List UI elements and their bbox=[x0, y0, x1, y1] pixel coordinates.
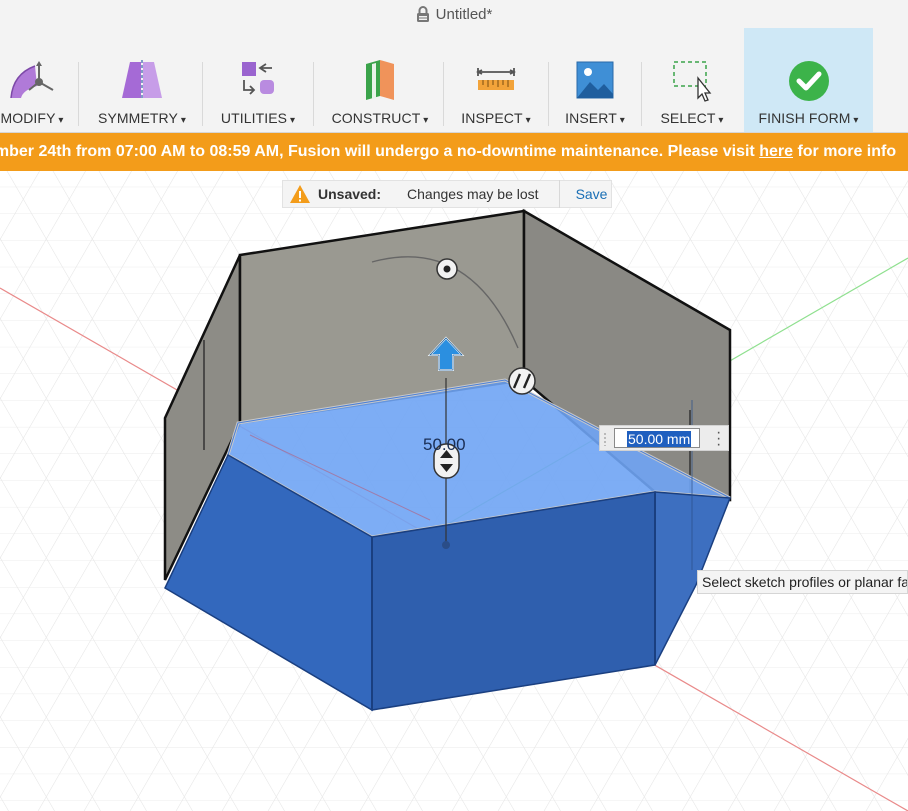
insert-label: INSERT bbox=[565, 110, 625, 126]
banner-link[interactable]: here bbox=[759, 143, 793, 160]
toolbar-divider bbox=[313, 62, 314, 126]
modify-icon bbox=[9, 60, 55, 105]
inspect-icon bbox=[475, 60, 517, 105]
modify-menu[interactable]: MODIFY bbox=[0, 28, 72, 132]
warning-icon bbox=[289, 184, 311, 204]
selection-tooltip: Select sketch profiles or planar faces bbox=[697, 570, 908, 594]
banner-text-end: for more info bbox=[793, 143, 897, 160]
inspect-label: INSPECT bbox=[461, 110, 530, 126]
symmetry-icon bbox=[120, 60, 164, 105]
construct-label: CONSTRUCT bbox=[332, 110, 429, 126]
toolbar-divider bbox=[443, 62, 444, 126]
utilities-icon bbox=[238, 60, 278, 105]
toolbar: MODIFY SYMMETRY UTILITIES bbox=[0, 28, 908, 133]
toolbar-divider bbox=[202, 62, 203, 126]
modify-label: MODIFY bbox=[0, 110, 63, 126]
title-bar: Untitled* bbox=[0, 0, 908, 28]
dimension-label: 50.00 bbox=[423, 435, 466, 454]
distance-origin bbox=[442, 541, 450, 549]
distance-input[interactable] bbox=[614, 428, 700, 448]
distance-input-box: 50.00 mm ··· bbox=[599, 425, 729, 453]
more-options-icon[interactable]: · · · bbox=[716, 425, 721, 453]
select-label: SELECT bbox=[660, 110, 723, 126]
select-icon bbox=[672, 60, 712, 107]
finish-form-button[interactable]: FINISH FORM bbox=[744, 28, 873, 132]
unsaved-message: Changes may be lost bbox=[407, 186, 539, 202]
toolbar-divider bbox=[78, 62, 79, 126]
banner-text: ember 24th from 07:00 AM to 08:59 AM, Fu… bbox=[0, 143, 760, 160]
insert-icon bbox=[576, 60, 614, 105]
construct-menu[interactable]: CONSTRUCT bbox=[322, 28, 438, 132]
window-title: Untitled* bbox=[435, 5, 493, 23]
rotation-handle[interactable] bbox=[436, 258, 458, 280]
symmetry-menu[interactable]: SYMMETRY bbox=[88, 28, 196, 132]
canvas-viewport[interactable] bbox=[0, 171, 908, 811]
inspect-menu[interactable]: INSPECT bbox=[452, 28, 540, 132]
finish-form-icon bbox=[788, 60, 830, 107]
utilities-menu[interactable]: UTILITIES bbox=[210, 28, 306, 132]
finish-form-label: FINISH FORM bbox=[758, 110, 858, 126]
toolbar-divider bbox=[548, 62, 549, 126]
canvas-scene[interactable] bbox=[0, 171, 908, 811]
unsaved-divider bbox=[558, 180, 560, 208]
symmetry-label: SYMMETRY bbox=[98, 110, 186, 126]
select-menu[interactable]: SELECT bbox=[648, 28, 736, 132]
insert-menu[interactable]: INSERT bbox=[556, 28, 634, 132]
maintenance-banner: ember 24th from 07:00 AM to 08:59 AM, Fu… bbox=[0, 133, 908, 171]
unsaved-notice: Unsaved: Changes may be lost Save bbox=[282, 180, 612, 208]
utilities-label: UTILITIES bbox=[221, 110, 295, 126]
drag-grip[interactable] bbox=[603, 432, 607, 446]
unsaved-label: Unsaved: bbox=[318, 186, 382, 202]
toolbar-divider bbox=[641, 62, 642, 126]
lock-icon bbox=[416, 6, 430, 22]
angle-handle[interactable] bbox=[508, 367, 536, 395]
construct-icon bbox=[358, 60, 402, 105]
save-link[interactable]: Save bbox=[576, 186, 608, 202]
